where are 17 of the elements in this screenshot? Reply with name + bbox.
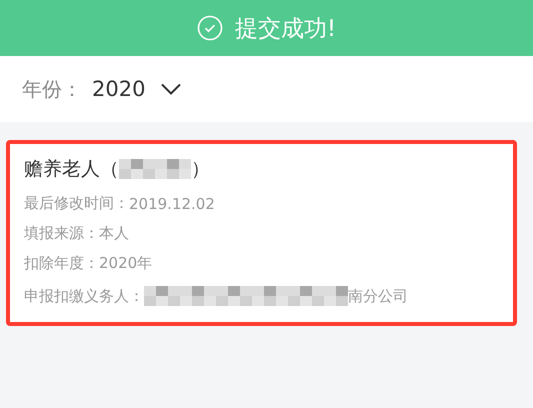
record-title-end: ） [191,157,210,182]
year-dropdown[interactable]: 2020 [92,77,182,101]
field-value: 南分公司 [348,286,408,306]
record-title: 赡养老人（ [24,157,119,182]
field-label: 填报来源： [24,224,99,243]
chevron-down-icon [161,83,182,95]
year-label: 年份： [22,76,82,102]
banner-title: 提交成功! [234,14,336,44]
record-card[interactable]: 赡养老人（ ） 最后修改时间：2019.12.02 填报来源：本人 扣除年度：2020年 申报扣缴义务人： 南分公司 [6,140,517,326]
field-value: 2020年 [99,254,152,273]
field-label: 申报扣缴义务人： [24,286,144,306]
field-value: 本人 [99,224,129,243]
blurred-name-drawing [119,157,191,181]
check-circle-icon [196,15,223,41]
field-value: 2019.12.02 [129,194,215,212]
field-label: 最后修改时间： [24,194,129,213]
field-label: 扣除年度： [24,254,99,273]
